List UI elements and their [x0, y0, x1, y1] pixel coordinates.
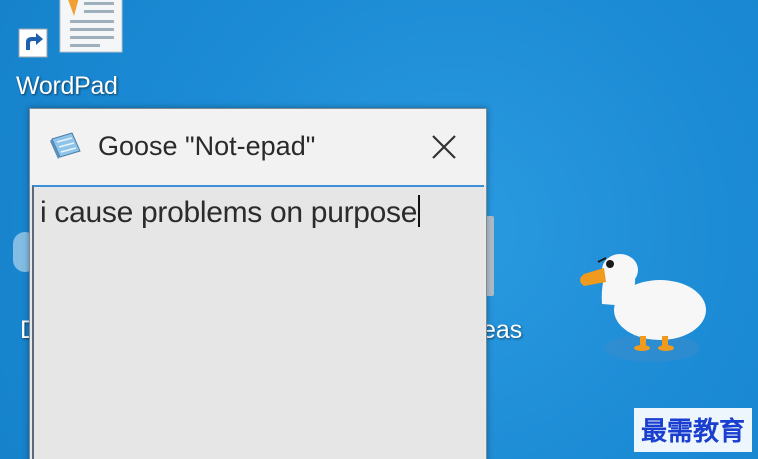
- close-icon: [432, 135, 456, 159]
- text-caret: [418, 195, 421, 227]
- close-button[interactable]: [416, 123, 472, 171]
- watermark-text: 最需教育: [641, 416, 745, 447]
- partial-desktop-label-right: eas: [482, 316, 523, 344]
- watermark-logo: 最需教育: [634, 408, 752, 452]
- desktop-icon-label: WordPad: [16, 72, 118, 100]
- shortcut-arrow-icon: [18, 28, 48, 58]
- text-editor-area[interactable]: i cause problems on purpose: [32, 185, 484, 459]
- notepad-window[interactable]: Goose "Not-epad" i cause problems on pur…: [29, 108, 487, 459]
- desktop-icon-wordpad[interactable]: WordPad: [10, 0, 140, 105]
- editor-text: i cause problems on purpose: [40, 196, 418, 229]
- goose-icon[interactable]: [562, 244, 722, 384]
- window-title: Goose "Not-epad": [98, 131, 316, 161]
- window-titlebar[interactable]: Goose "Not-epad": [30, 109, 486, 185]
- notepad-icon: [50, 132, 81, 159]
- wordpad-document-icon: [59, 0, 123, 53]
